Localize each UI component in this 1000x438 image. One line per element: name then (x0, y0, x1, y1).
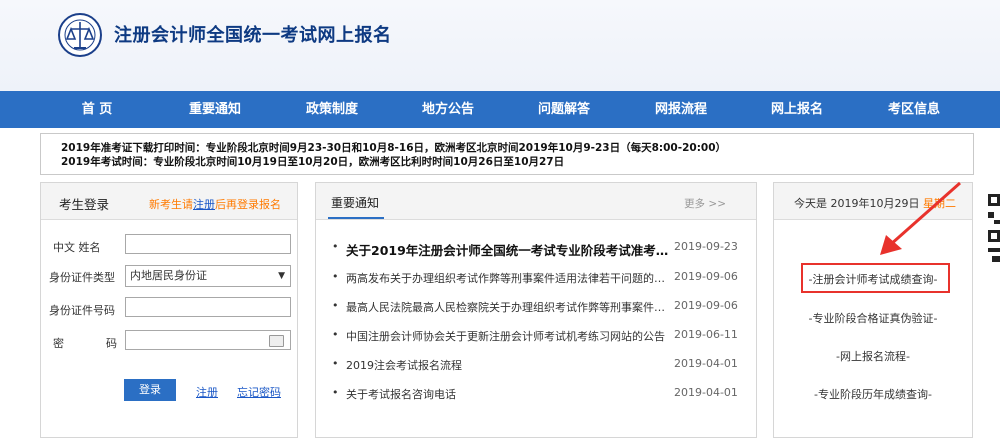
certificate-verify-link[interactable]: -专业阶段合格证真伪验证- (774, 310, 972, 326)
password-input[interactable] (125, 330, 291, 350)
cicpa-logo-icon (58, 13, 102, 57)
news-item-title[interactable]: 两高发布关于办理组织考试作弊等刑事案件适用法律若干问题的解释 (346, 270, 671, 286)
register-link[interactable]: 注册 (196, 384, 218, 400)
name-input[interactable] (125, 234, 291, 254)
news-item-title[interactable]: 中国注册会计师协会关于更新注册会计师考试机考练习网站的公告 (346, 328, 671, 344)
login-button[interactable]: 登录 (124, 379, 176, 401)
register-hint-link[interactable]: 注册 (193, 198, 215, 211)
register-hint: 新考生请注册后再登录报名 (149, 196, 281, 212)
nav-item-notices[interactable]: 重要通知 (170, 91, 260, 128)
news-item-date: 2019-09-06 (674, 299, 738, 312)
bullet-icon: • (332, 357, 339, 370)
news-item-date: 2019-04-01 (674, 386, 738, 399)
forgot-password-link[interactable]: 忘记密码 (237, 384, 281, 400)
news-item-title[interactable]: 关于考试报名咨询电话 (346, 386, 671, 402)
main-nav: 首 页 重要通知 政策制度 地方公告 问题解答 网报流程 网上报名 考区信息 (0, 91, 1000, 128)
notices-title: 重要通知 (331, 196, 380, 210)
news-item-date: 2019-09-06 (674, 270, 738, 283)
ticker-line-admission: 2019年准考证下载打印时间：专业阶段北京时间9月23-30日和10月8-16日… (61, 142, 727, 154)
idtype-label: 身份证件类型 (49, 271, 115, 284)
nav-item-faq[interactable]: 问题解答 (519, 91, 609, 128)
historical-score-link[interactable]: -专业阶段历年成绩查询- (774, 386, 972, 402)
register-hint-suffix: 后再登录报名 (215, 198, 281, 211)
news-item-date: 2019-04-01 (674, 357, 738, 370)
announcement-ticker: 2019年准考证下载打印时间：专业阶段北京时间9月23-30日和10月8-16日… (40, 133, 974, 175)
nav-item-exam-areas[interactable]: 考区信息 (869, 91, 959, 128)
nav-item-online-registration[interactable]: 网上报名 (752, 91, 842, 128)
site-title: 注册会计师全国统一考试网上报名 (114, 25, 392, 46)
nav-item-local-announcements[interactable]: 地方公告 (403, 91, 493, 128)
idtype-select[interactable]: 内地居民身份证 ▼ (125, 265, 291, 287)
ticker-line-exam-time: 2019年考试时间：专业阶段北京时间10月19日至10月20日，欧洲考区比利时时… (61, 156, 565, 168)
news-item: • 最高人民法院最高人民检察院关于办理组织考试作弊等刑事案件适用法律 2019-… (332, 299, 738, 317)
bullet-icon: • (332, 299, 339, 312)
keyboard-icon[interactable] (269, 335, 284, 347)
notices-panel-header: 重要通知 更多 >> (316, 183, 756, 220)
bullet-icon: • (332, 240, 339, 253)
qr-code-icon (988, 194, 1000, 262)
password-label-char1: 密 (53, 337, 64, 350)
nav-item-process[interactable]: 网报流程 (636, 91, 726, 128)
idtype-select-value: 内地居民身份证 (130, 269, 207, 282)
idnum-label: 身份证件号码 (49, 304, 115, 317)
news-item-date: 2019-09-23 (674, 240, 738, 253)
register-hint-prefix: 新考生请 (149, 198, 193, 211)
site-header: 注册会计师全国统一考试网上报名 (0, 0, 1000, 91)
login-panel: 考生登录 新考生请注册后再登录报名 中文 姓名 身份证件类型 内地居民身份证 ▼… (40, 182, 298, 438)
news-item-title[interactable]: 关于2019年注册会计师全国统一考试专业阶段考试准考证打印的通知 (346, 240, 671, 259)
chevron-down-icon: ▼ (278, 271, 285, 281)
login-panel-header: 考生登录 新考生请注册后再登录报名 (41, 183, 297, 220)
news-item-title[interactable]: 2019注会考试报名流程 (346, 357, 671, 373)
news-item: • 两高发布关于办理组织考试作弊等刑事案件适用法律若干问题的解释 2019-09… (332, 270, 738, 288)
news-item-date: 2019-06-11 (674, 328, 738, 341)
bullet-icon: • (332, 270, 339, 283)
bullet-icon: • (332, 328, 339, 341)
nav-item-home[interactable]: 首 页 (52, 91, 142, 128)
news-item: • 2019注会考试报名流程 2019-04-01 (332, 357, 738, 375)
more-link[interactable]: 更多 >> (684, 196, 726, 211)
notices-title-underline (328, 217, 384, 219)
news-item: • 关于考试报名咨询电话 2019-04-01 (332, 386, 738, 404)
idnum-input[interactable] (125, 297, 291, 317)
bullet-icon: • (332, 386, 339, 399)
password-label-char2: 码 (106, 337, 117, 350)
news-item-title[interactable]: 最高人民法院最高人民检察院关于办理组织考试作弊等刑事案件适用法律 (346, 299, 671, 315)
annotation-arrow-icon (880, 181, 961, 255)
login-title: 考生登录 (59, 197, 110, 212)
registration-process-link[interactable]: -网上报名流程- (774, 348, 972, 364)
news-item: • 中国注册会计师协会关于更新注册会计师考试机考练习网站的公告 2019-06-… (332, 328, 738, 346)
notices-panel: 重要通知 更多 >> • 关于2019年注册会计师全国统一考试专业阶段考试准考证… (315, 182, 757, 438)
name-label: 中文 姓名 (53, 241, 101, 254)
news-item: • 关于2019年注册会计师全国统一考试专业阶段考试准考证打印的通知 2019-… (332, 240, 738, 259)
nav-item-policy[interactable]: 政策制度 (287, 91, 377, 128)
